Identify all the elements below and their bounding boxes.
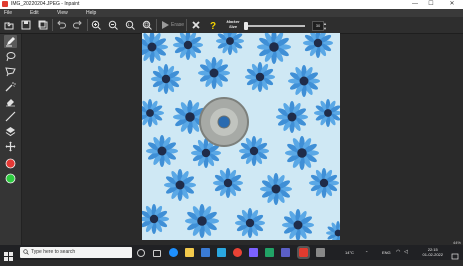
maximize-button[interactable]: ☐ (424, 0, 438, 9)
green-color-icon (5, 173, 16, 184)
file-explorer-icon[interactable] (185, 248, 194, 257)
zoom-out-icon (108, 20, 118, 30)
language-indicator[interactable]: ENG (382, 245, 391, 260)
marker-size-label-line2: Size (228, 24, 237, 29)
zoom-in-button[interactable] (90, 19, 102, 31)
undo-button[interactable] (55, 19, 67, 31)
washer (199, 97, 249, 147)
save-button[interactable] (20, 19, 32, 31)
toolbar-separator (186, 19, 187, 31)
open-icon (4, 22, 14, 30)
menu-bar: File Edit View Help (0, 9, 463, 17)
svg-text:1: 1 (128, 22, 131, 27)
taskbar-search[interactable]: Type here to search (20, 247, 132, 258)
toolbar: 1 Erase ? Marker Size 30 ▲ ▼ (0, 17, 463, 34)
green-color[interactable] (4, 172, 17, 185)
zoom-fit-button[interactable] (141, 19, 153, 31)
lasso-icon (6, 52, 16, 62)
cortana-icon[interactable] (137, 249, 145, 257)
menu-file[interactable]: File (4, 9, 12, 17)
search-icon (23, 249, 29, 255)
layers-icon (5, 127, 16, 137)
mail-icon[interactable] (217, 248, 226, 257)
app-icon (2, 1, 8, 7)
toolbar-separator (87, 19, 88, 31)
erase-label: Erase (171, 22, 185, 28)
help-icon: ? (210, 21, 216, 30)
zoom-actual-button[interactable]: 1 (124, 19, 136, 31)
open-button[interactable] (3, 19, 15, 31)
help-button[interactable]: ? (207, 19, 219, 31)
spin-down-icon[interactable]: ▼ (323, 26, 327, 31)
marker-size-label: Marker Size (225, 19, 241, 29)
image-canvas[interactable] (142, 33, 340, 240)
tray-chevron-icon[interactable]: ⌃ (365, 245, 368, 260)
toolbar-separator (156, 19, 157, 31)
cancel-button[interactable] (190, 19, 202, 31)
play-icon (162, 21, 169, 29)
app-icon-purple[interactable] (249, 248, 258, 257)
move-tool[interactable] (4, 140, 17, 153)
zoom-actual-icon: 1 (125, 20, 135, 30)
taskbar: Type here to search 14°C ⌃ ENG ◠ ◁ 22:15… (0, 245, 463, 261)
undo-icon (57, 20, 66, 29)
wifi-icon[interactable]: ◠ (396, 245, 400, 260)
eraser-icon (6, 99, 15, 107)
inpaint-taskbar-icon[interactable] (297, 246, 310, 259)
window-title: IMG_20220204.JPEG - Inpaint (11, 1, 80, 7)
red-color-icon (5, 158, 16, 169)
menu-edit[interactable]: Edit (30, 9, 39, 17)
menu-help[interactable]: Help (86, 9, 96, 17)
marker-tool[interactable] (4, 35, 17, 48)
red-color[interactable] (4, 157, 17, 170)
search-placeholder: Type here to search (31, 249, 76, 255)
save-icon (21, 20, 31, 30)
toolbar-separator (52, 19, 53, 31)
clock[interactable]: 22:15 01-02-2022 (423, 247, 443, 257)
marker-icon (6, 37, 15, 47)
start-button[interactable] (4, 248, 13, 261)
close-button[interactable]: ✕ (445, 0, 459, 9)
clock-date: 01-02-2022 (422, 252, 443, 257)
line-tool[interactable] (4, 110, 17, 123)
store-icon[interactable] (201, 248, 210, 257)
minimize-button[interactable]: — (408, 0, 422, 9)
magic-wand-tool[interactable] (4, 80, 17, 93)
save-as-icon (38, 20, 48, 30)
move-icon (5, 141, 16, 152)
svg-text:?: ? (210, 21, 216, 30)
redo-icon (73, 20, 82, 29)
eraser-tool[interactable] (4, 95, 17, 108)
task-view-icon[interactable] (153, 250, 161, 257)
polygon-lasso-tool[interactable] (4, 65, 17, 78)
tool-panel (0, 34, 22, 245)
marker-size-spinner[interactable]: ▲ ▼ (323, 21, 327, 31)
lasso-tool[interactable] (4, 50, 17, 63)
erase-button[interactable] (159, 19, 171, 31)
layers-tool[interactable] (4, 125, 17, 138)
chrome-icon[interactable] (233, 248, 242, 257)
notification-button[interactable] (451, 248, 459, 260)
app-icon-gray[interactable] (316, 248, 325, 257)
menu-view[interactable]: View (57, 9, 68, 17)
zoom-out-button[interactable] (107, 19, 119, 31)
marker-size-slider[interactable] (245, 25, 305, 27)
polygon-lasso-icon (5, 67, 16, 77)
edge-icon[interactable] (169, 248, 178, 257)
app-icon-green[interactable] (265, 248, 274, 257)
redo-button[interactable] (72, 19, 84, 31)
cancel-icon (192, 21, 200, 29)
marker-size-slider-thumb[interactable] (244, 22, 249, 30)
zoom-fit-icon (142, 20, 152, 30)
magic-wand-icon (5, 82, 16, 92)
zoom-in-icon (91, 20, 101, 30)
title-bar: IMG_20220204.JPEG - Inpaint — ☐ ✕ (0, 0, 463, 9)
flower-photo (142, 33, 340, 240)
weather-readout[interactable]: 14°C (345, 245, 354, 260)
volume-icon[interactable]: ◁ (404, 245, 408, 260)
save-as-button[interactable] (37, 19, 49, 31)
line-icon (5, 111, 16, 122)
teams-icon[interactable] (281, 248, 290, 257)
